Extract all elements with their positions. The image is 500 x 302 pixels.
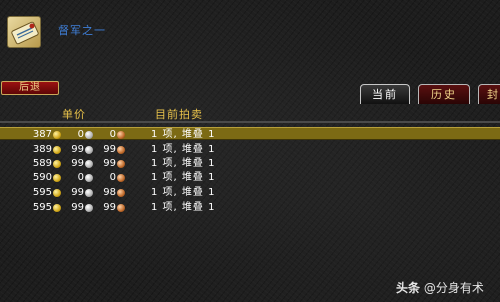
auction-info: 1 项, 堆叠 1 bbox=[151, 129, 216, 140]
silver-coin-icon bbox=[85, 160, 93, 168]
auction-info: 1 项, 堆叠 1 bbox=[151, 172, 216, 183]
price-silver: 99 bbox=[71, 187, 84, 198]
auction-info: 1 项, 堆叠 1 bbox=[151, 187, 216, 198]
auction-window: 督军之一 后退 当前 历史 封 单价 目前拍卖 387 0 0 1 项, 堆叠 … bbox=[0, 0, 500, 302]
watermark-handle: @分身有术 bbox=[423, 281, 484, 295]
silver-coin-icon bbox=[85, 146, 93, 154]
price-gold: 595 bbox=[32, 187, 52, 198]
table-row[interactable]: 387 0 0 1 项, 堆叠 1 bbox=[0, 127, 500, 140]
column-header-auction[interactable]: 目前拍卖 bbox=[155, 106, 203, 122]
gold-coin-icon bbox=[53, 146, 61, 154]
price-silver: 99 bbox=[71, 202, 84, 213]
gold-coin-icon bbox=[53, 174, 61, 182]
price-copper: 99 bbox=[103, 144, 116, 155]
price-copper: 98 bbox=[103, 187, 116, 198]
gold-coin-icon bbox=[53, 189, 61, 197]
price-copper: 0 bbox=[109, 129, 116, 140]
copper-coin-icon bbox=[117, 146, 125, 154]
tab-history[interactable]: 历史 bbox=[418, 84, 470, 104]
price-copper: 0 bbox=[109, 172, 116, 183]
price-silver: 99 bbox=[71, 158, 84, 169]
tab-more[interactable]: 封 bbox=[478, 84, 500, 104]
silver-coin-icon bbox=[85, 204, 93, 212]
copper-coin-icon bbox=[117, 189, 125, 197]
watermark: 头条 @分身有术 bbox=[396, 279, 484, 296]
table-row[interactable]: 389 99 99 1 项, 堆叠 1 bbox=[0, 143, 500, 156]
price-silver: 0 bbox=[77, 129, 84, 140]
table-row[interactable]: 589 99 99 1 项, 堆叠 1 bbox=[0, 157, 500, 170]
item-name: 督军之一 bbox=[58, 24, 106, 37]
copper-coin-icon bbox=[117, 160, 125, 168]
price-copper: 99 bbox=[103, 158, 116, 169]
silver-coin-icon bbox=[85, 174, 93, 182]
price-gold: 595 bbox=[32, 202, 52, 213]
header-divider bbox=[0, 121, 500, 123]
gold-coin-icon bbox=[53, 131, 61, 139]
silver-coin-icon bbox=[85, 131, 93, 139]
watermark-brand: 头条 bbox=[396, 281, 421, 295]
table-row[interactable]: 595 99 99 1 项, 堆叠 1 bbox=[0, 201, 500, 214]
tab-current[interactable]: 当前 bbox=[360, 84, 410, 104]
price-gold: 389 bbox=[32, 144, 52, 155]
table-row[interactable]: 595 99 98 1 项, 堆叠 1 bbox=[0, 186, 500, 199]
table-row[interactable]: 590 0 0 1 项, 堆叠 1 bbox=[0, 171, 500, 184]
price-silver: 99 bbox=[71, 144, 84, 155]
price-copper: 99 bbox=[103, 202, 116, 213]
copper-coin-icon bbox=[117, 131, 125, 139]
price-gold: 589 bbox=[32, 158, 52, 169]
auction-info: 1 项, 堆叠 1 bbox=[151, 202, 216, 213]
price-gold: 387 bbox=[32, 129, 52, 140]
back-button[interactable]: 后退 bbox=[1, 81, 59, 95]
auction-info: 1 项, 堆叠 1 bbox=[151, 158, 216, 169]
silver-coin-icon bbox=[85, 189, 93, 197]
auction-info: 1 项, 堆叠 1 bbox=[151, 144, 216, 155]
copper-coin-icon bbox=[117, 204, 125, 212]
gold-coin-icon bbox=[53, 204, 61, 212]
gold-coin-icon bbox=[53, 160, 61, 168]
copper-coin-icon bbox=[117, 174, 125, 182]
scroll-item-icon[interactable] bbox=[7, 16, 41, 48]
price-silver: 0 bbox=[77, 172, 84, 183]
price-gold: 590 bbox=[32, 172, 52, 183]
column-header-price[interactable]: 单价 bbox=[62, 106, 86, 122]
